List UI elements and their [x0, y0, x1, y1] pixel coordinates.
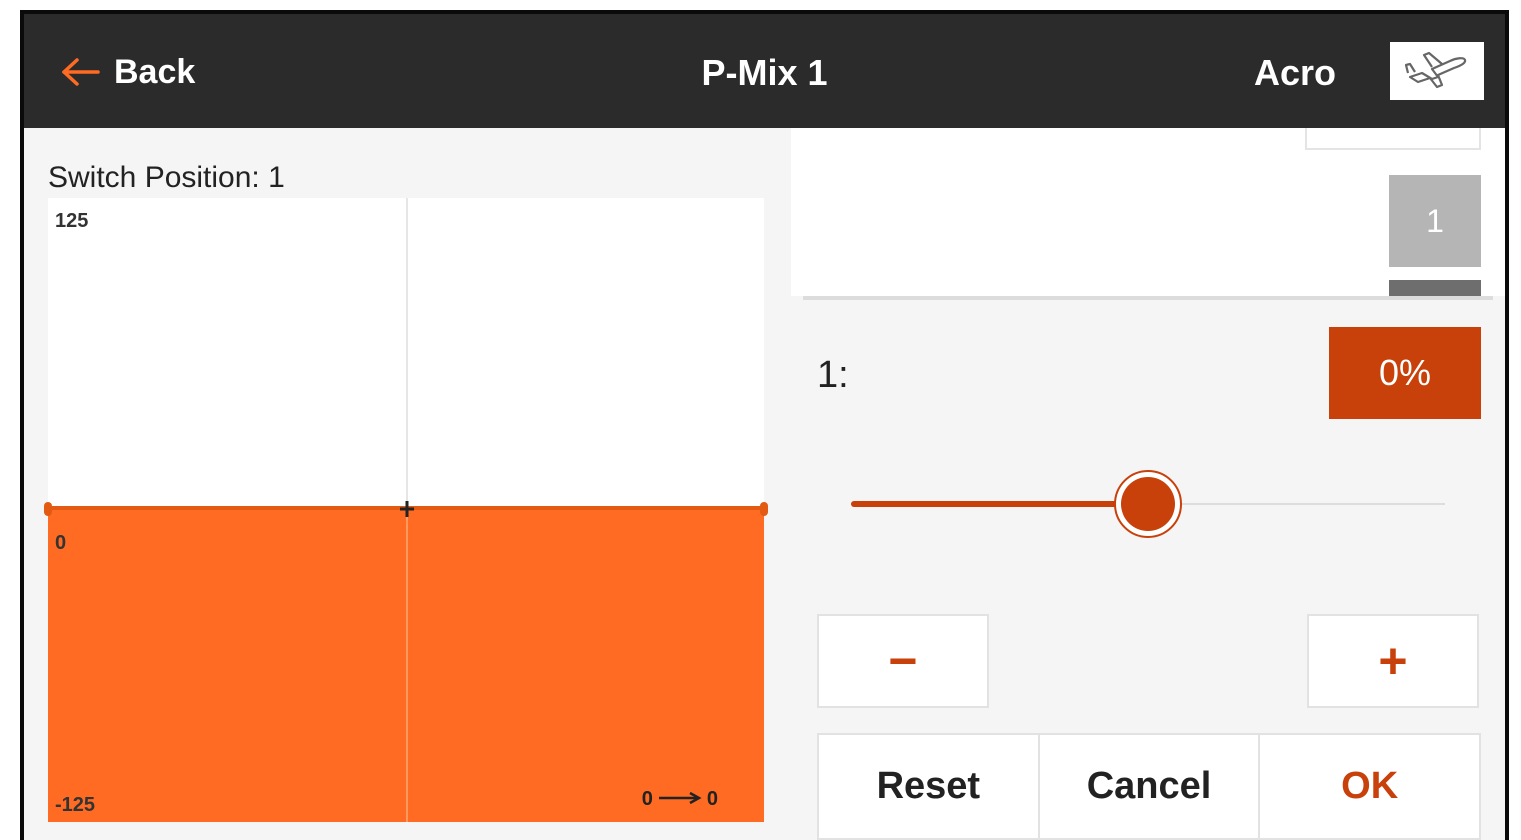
position-value-label: 1: [817, 354, 849, 396]
curve-center-point [400, 501, 414, 517]
divider [803, 296, 1493, 300]
ok-label: OK [1341, 765, 1399, 807]
reset-label: Reset [876, 765, 981, 807]
input-value: 0 [641, 788, 653, 810]
airplane-icon [1402, 47, 1472, 96]
increment-button[interactable]: + [1307, 614, 1479, 708]
plus-icon: + [1378, 633, 1408, 689]
position-chip-selected[interactable]: 1 [1389, 175, 1481, 267]
input-output-readout: 0 0 [642, 788, 718, 811]
list-item-previous[interactable] [1305, 128, 1481, 150]
position-chip-label: 1 [1426, 202, 1444, 239]
slider-fill [851, 501, 1148, 507]
value-slider[interactable] [851, 464, 1445, 544]
switch-position-label: Switch Position: 1 [48, 161, 285, 194]
model-type-label: Acro [1254, 52, 1337, 93]
y-axis-zero-label: 0 [55, 532, 67, 554]
right-arrow-icon [653, 788, 707, 811]
y-axis-max-label: 125 [55, 210, 89, 232]
position-value-text: 0% [1378, 352, 1432, 393]
cancel-button[interactable]: Cancel [1039, 733, 1261, 840]
curve-point-left [44, 502, 52, 516]
cancel-label: Cancel [1086, 765, 1212, 807]
output-value: 0 [706, 788, 718, 810]
position-editor-panel: 1 1: 0% − + Reset Cancel OK [791, 128, 1505, 840]
y-axis-min-label: -125 [55, 794, 96, 816]
position-list: 1 [791, 128, 1505, 296]
center-axis-line-lower [406, 509, 408, 822]
top-bar: Back P-Mix 1 Acro [24, 14, 1505, 128]
minus-icon: − [888, 633, 918, 689]
position-chip-next[interactable] [1389, 280, 1481, 296]
ok-button[interactable]: OK [1260, 733, 1482, 840]
reset-button[interactable]: Reset [817, 733, 1040, 840]
slider-thumb[interactable] [1114, 470, 1182, 538]
position-value-field[interactable]: 0% [1329, 327, 1481, 419]
decrement-button[interactable]: − [817, 614, 989, 708]
model-select-button[interactable] [1390, 42, 1484, 100]
curve-point-right [760, 502, 768, 516]
mix-curve-graph: 125 0 -125 0 0 [44, 198, 768, 822]
action-buttons: Reset Cancel OK [817, 733, 1482, 840]
slider-thumb-core [1121, 477, 1175, 531]
